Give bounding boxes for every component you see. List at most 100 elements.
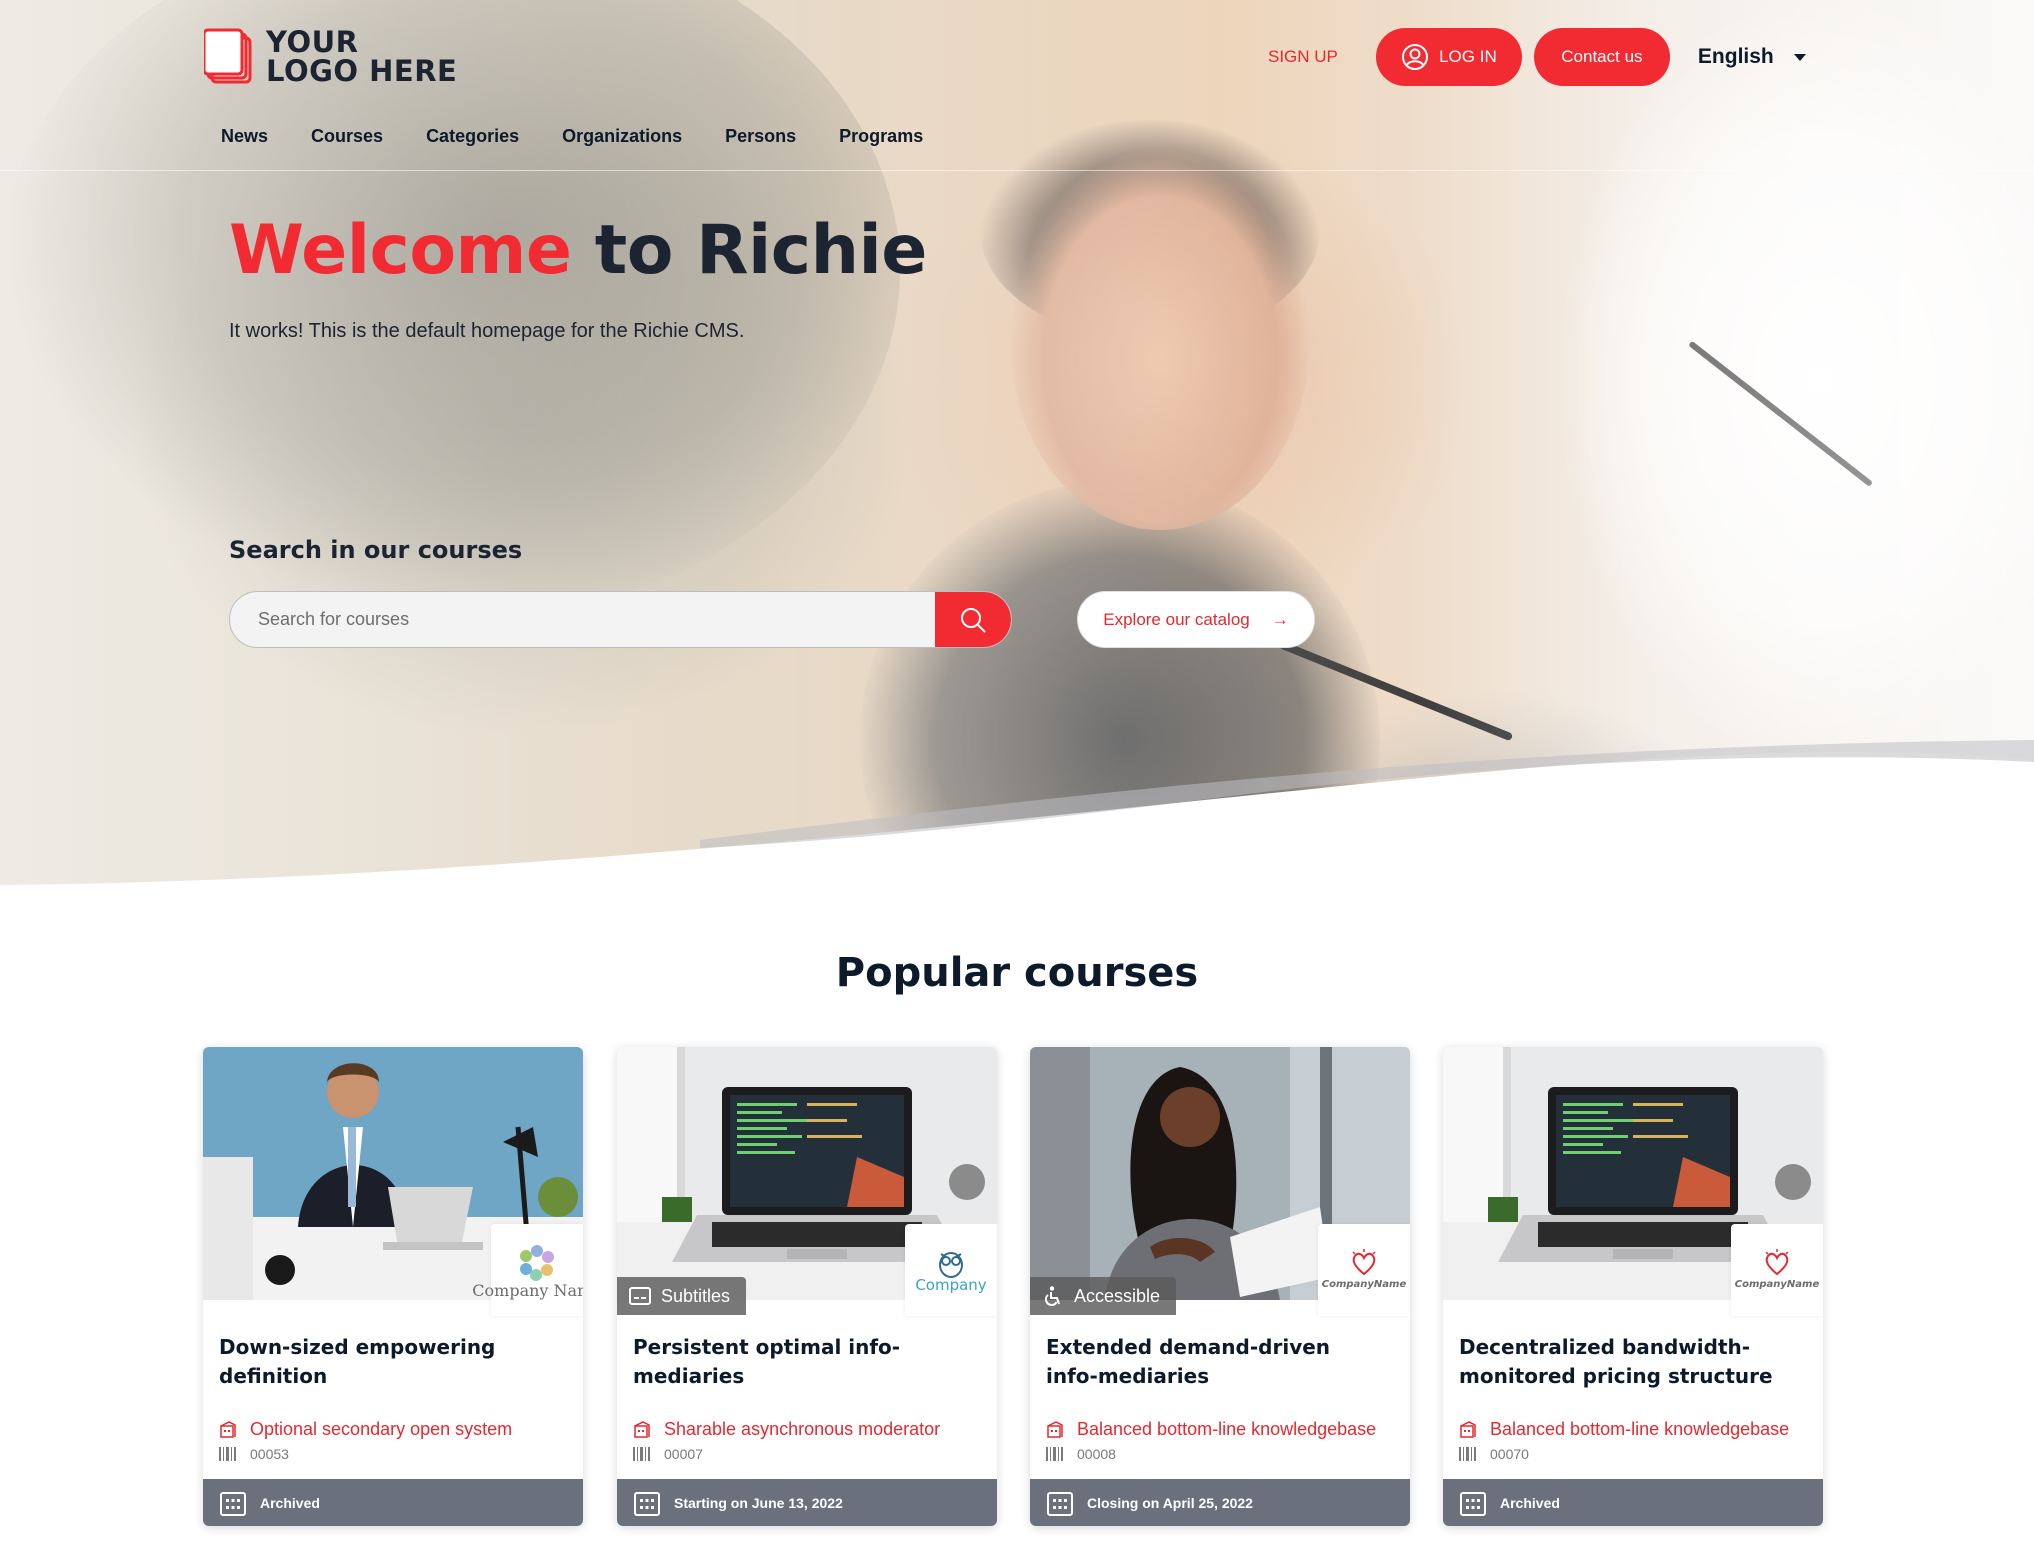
course-organization-name: Optional secondary open system [250,1419,513,1439]
course-title[interactable]: Extended demand-driven info-mediaries [1046,1333,1386,1391]
course-status: Starting on June 13, 2022 [674,1494,843,1511]
contact-label: Contact us [1561,47,1643,66]
course-status: Archived [1500,1494,1560,1511]
hero-title-accent: Welcome [229,211,572,290]
subtitles-badge-label: Subtitles [661,1285,731,1306]
search-button[interactable] [935,592,1011,647]
course-card[interactable]: Accessible CompanyName Extended demand-d… [1030,1047,1410,1526]
heart-icon [1352,1248,1376,1275]
site-logo[interactable]: YOUR LOGO HERE [202,26,457,88]
accessible-badge: Accessible [1030,1277,1177,1315]
course-title[interactable]: Down-sized empowering definition [219,1333,559,1391]
login-button[interactable]: LOG IN [1375,28,1522,86]
nav-courses[interactable]: Courses [311,126,383,147]
organization-logo: Company [905,1224,997,1316]
accessible-badge-label: Accessible [1074,1285,1161,1306]
course-organization: Balanced bottom-line knowledgebase [1046,1419,1406,1440]
header-divider [0,170,2034,171]
logo-text: YOUR LOGO HERE [266,28,457,86]
course-status: Closing on April 25, 2022 [1087,1494,1253,1511]
course-title[interactable]: Decentralized bandwidth-monitored pricin… [1459,1333,1799,1391]
organization-logo: CompanyName [1318,1224,1410,1316]
building-icon [634,1420,650,1438]
search-bar [229,591,1012,648]
course-organization-name: Sharable asynchronous moderator [664,1419,941,1439]
popular-courses-title: Popular courses [835,950,1199,996]
explore-catalog-label: Explore our catalog [1103,609,1250,629]
heart-icon [1765,1248,1789,1275]
arrow-right-icon: → [1271,609,1289,629]
building-icon [1047,1420,1063,1438]
course-meta: Sharable asynchronous moderator 00007 [633,1419,993,1462]
course-organization: Optional secondary open system [219,1419,579,1440]
contact-button[interactable]: Contact us [1533,28,1670,86]
course-status-bar: Archived [1443,1479,1823,1526]
course-organization: Balanced bottom-line knowledgebase [1459,1419,1819,1440]
course-meta: Balanced bottom-line knowledgebase 00008 [1046,1419,1406,1462]
nav-organizations[interactable]: Organizations [562,126,682,147]
main-nav: News Courses Categories Organizations Pe… [221,126,966,147]
logo-line-2: LOGO HERE [266,54,458,88]
search-input[interactable] [230,592,935,647]
search-heading: Search in our courses [229,536,523,564]
logo-icon [202,28,256,86]
course-code: 00008 [1046,1446,1406,1462]
nav-persons[interactable]: Persons [725,126,796,147]
course-card[interactable]: Company Name Down-sized empowering defin… [203,1047,583,1526]
organization-logo-text: CompanyName [1734,1278,1820,1290]
owl-icon [939,1251,963,1278]
course-organization-name: Balanced bottom-line knowledgebase [1490,1419,1790,1439]
hero-title-rest: to Richie [571,211,928,290]
course-status-bar: Closing on April 25, 2022 [1030,1479,1410,1526]
calendar-icon [1047,1491,1073,1516]
course-code-value: 00008 [1077,1446,1116,1462]
header-actions: SIGN UP LOG IN Contact us English [1268,28,1806,86]
course-code-value: 00007 [664,1446,703,1462]
language-selector[interactable]: English [1698,45,1806,69]
course-code: 00007 [633,1446,993,1462]
course-card[interactable]: Subtitles Company Persistent optimal inf… [617,1047,997,1526]
flower-icon [520,1244,554,1281]
nav-programs[interactable]: Programs [839,126,923,147]
language-label: English [1697,45,1774,68]
course-status-bar: Archived [203,1479,583,1526]
course-title[interactable]: Persistent optimal info-mediaries [633,1333,973,1391]
building-icon [1460,1420,1476,1438]
course-meta: Optional secondary open system 00053 [219,1419,579,1462]
calendar-icon [634,1491,660,1516]
course-status-bar: Starting on June 13, 2022 [617,1479,997,1526]
course-card[interactable]: CompanyName Decentralized bandwidth-moni… [1443,1047,1823,1526]
course-code: 00053 [219,1446,579,1462]
nav-news[interactable]: News [221,126,268,147]
subtitles-icon [629,1287,651,1305]
logo-line-1: YOUR [266,25,359,59]
chevron-down-icon [1793,53,1806,61]
hero-title: Welcome to Richie [229,212,927,290]
search-icon [961,607,986,633]
course-meta: Balanced bottom-line knowledgebase 00070 [1459,1419,1819,1462]
hero-subtitle: It works! This is the default homepage f… [229,320,745,342]
calendar-icon [1460,1491,1486,1516]
signup-link[interactable]: SIGN UP [1268,47,1338,67]
organization-logo-text: Company Name [472,1280,583,1300]
course-code-value: 00053 [250,1446,289,1462]
organization-logo: Company Name [472,1224,583,1316]
barcode-icon [1459,1447,1476,1461]
course-organization-name: Balanced bottom-line knowledgebase [1077,1419,1377,1439]
login-label: LOG IN [1439,47,1497,66]
building-icon [220,1420,236,1438]
barcode-icon [219,1447,236,1461]
calendar-icon [220,1491,246,1516]
explore-catalog-button[interactable]: Explore our catalog → [1077,591,1315,648]
course-status: Archived [260,1494,320,1511]
course-code-value: 00070 [1490,1446,1529,1462]
organization-logo: CompanyName [1731,1224,1823,1316]
organization-logo-text: Company [915,1275,987,1294]
accessibility-icon [1044,1286,1060,1307]
barcode-icon [1046,1447,1063,1461]
subtitles-badge: Subtitles [617,1277,747,1315]
nav-categories[interactable]: Categories [426,126,519,147]
organization-logo-text: CompanyName [1321,1278,1407,1290]
course-organization: Sharable asynchronous moderator [633,1419,993,1440]
course-code: 00070 [1459,1446,1819,1462]
